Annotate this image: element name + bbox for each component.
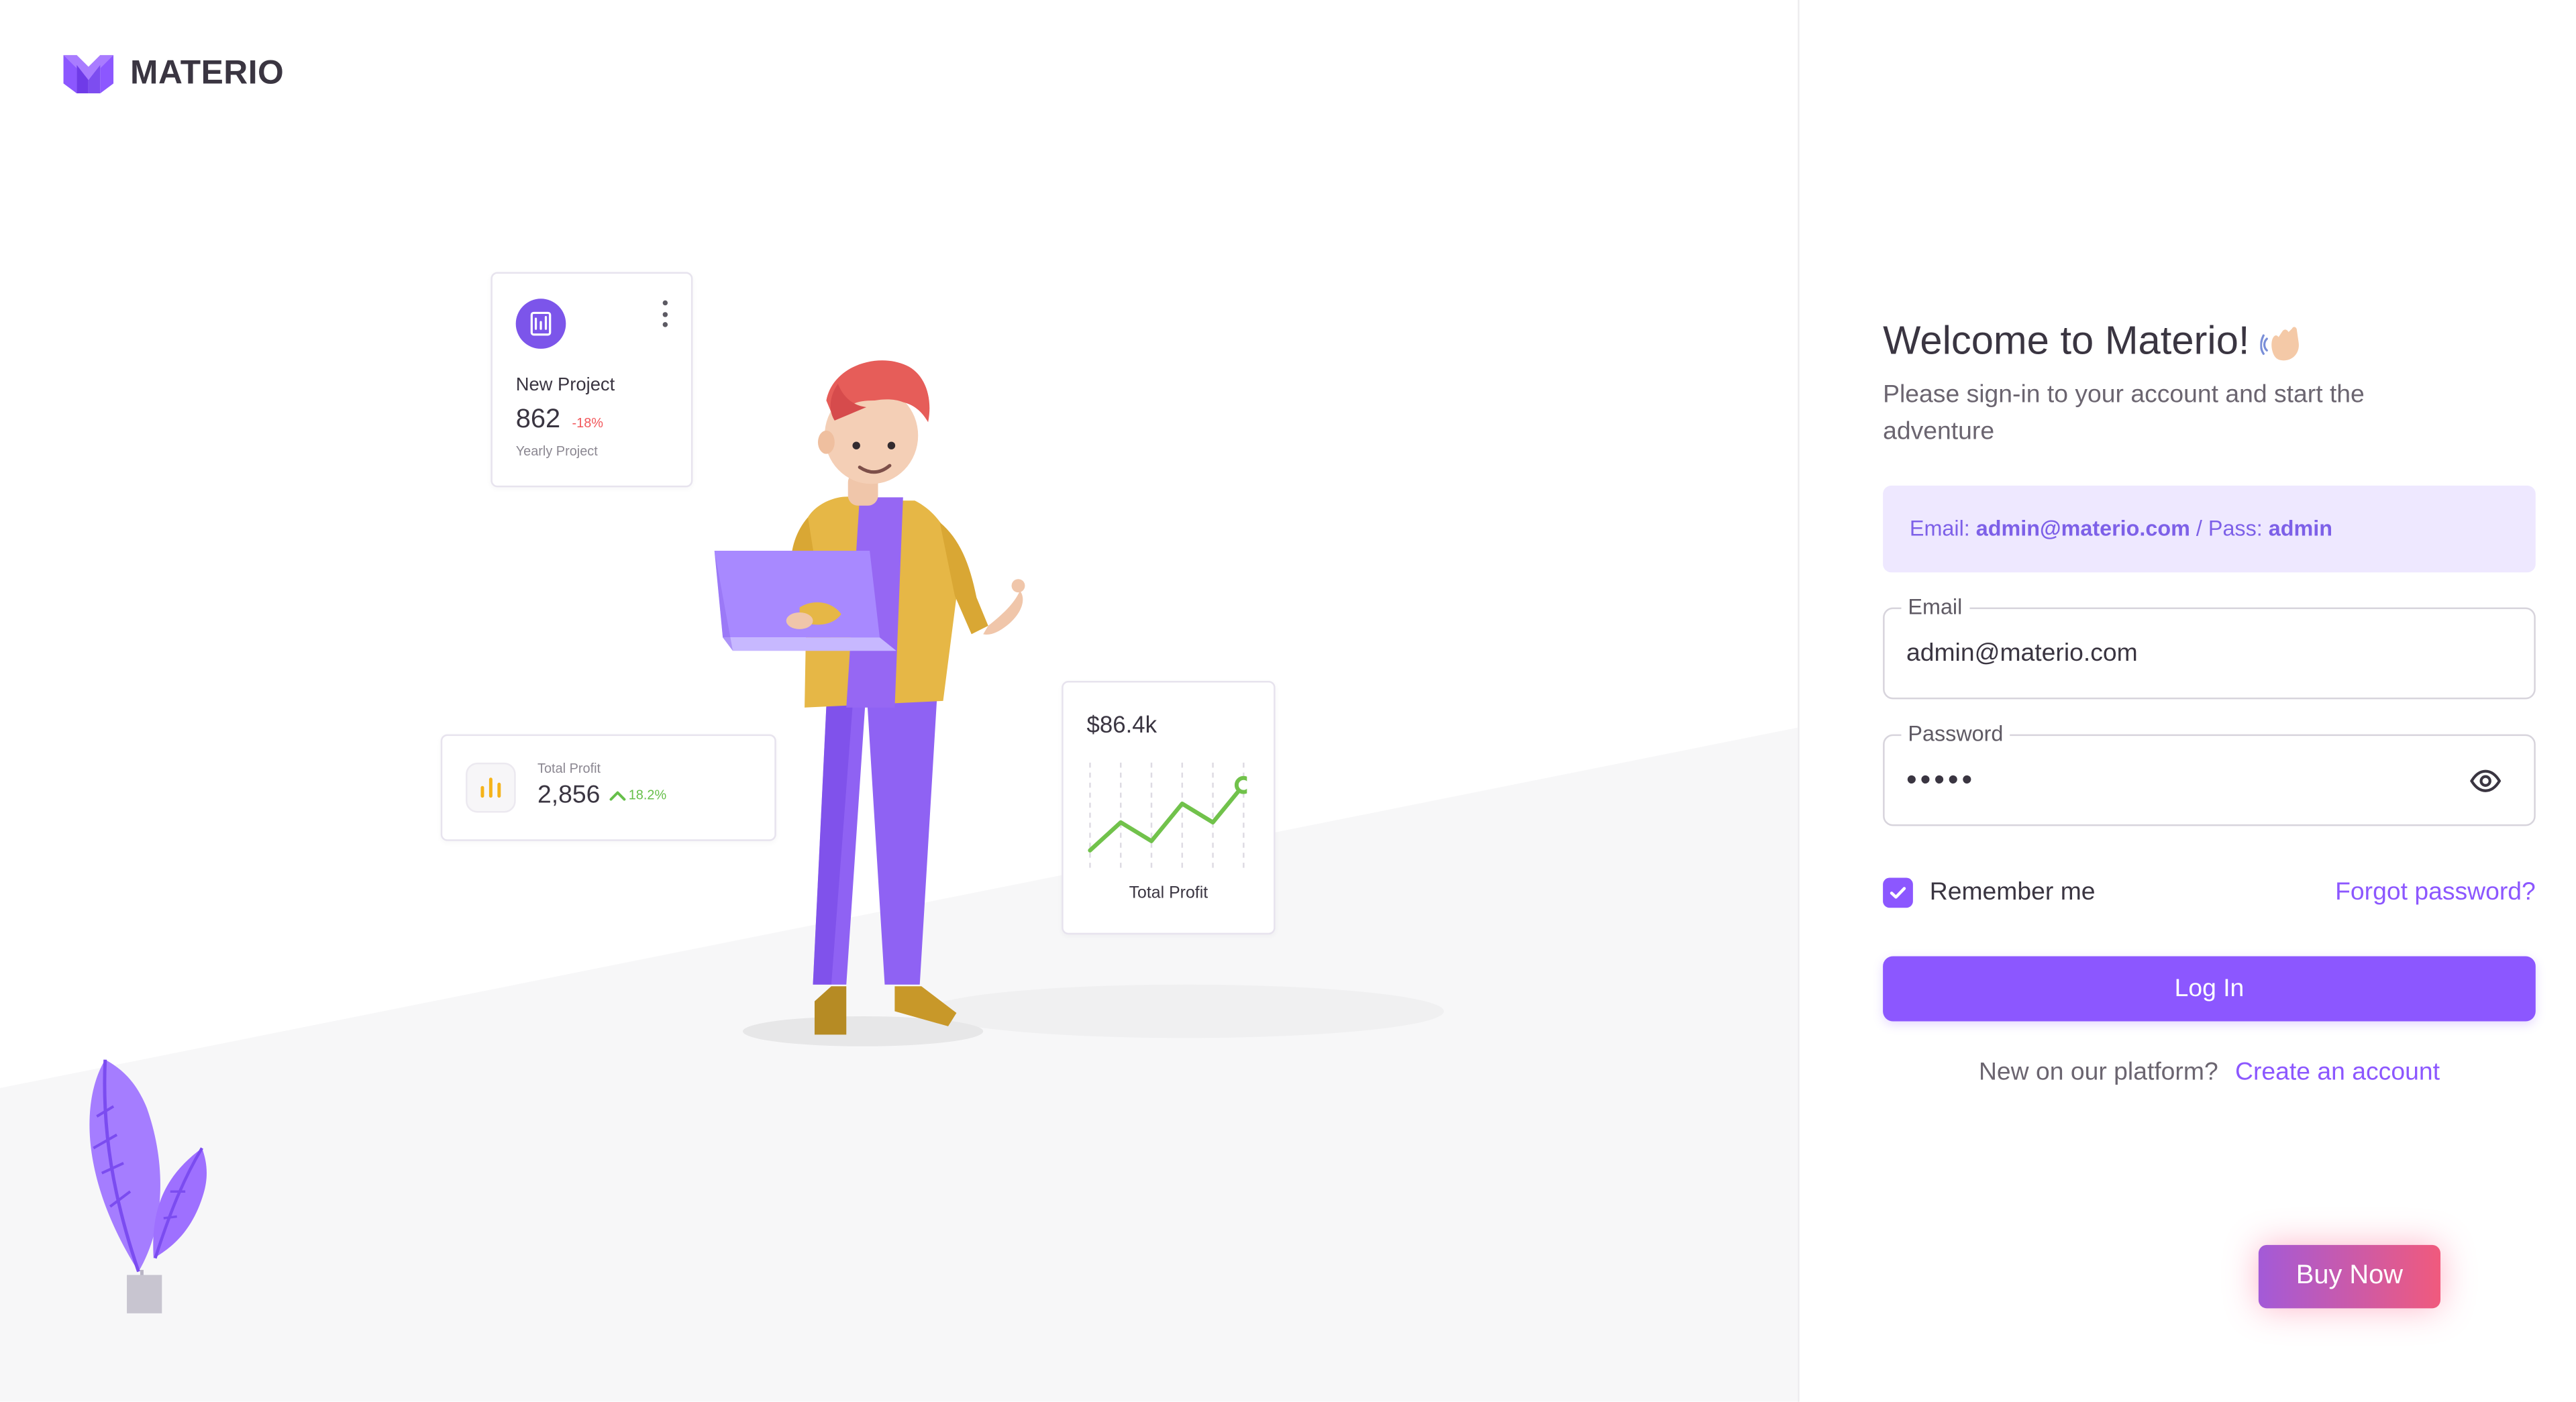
document-icon [516,299,566,349]
materio-m-logo-icon [64,54,114,94]
person-illustration [692,350,1043,1068]
new-project-change: -18% [572,415,603,430]
eye-icon[interactable] [2467,764,2504,798]
bar-chart-icon [466,763,516,813]
remember-checkbox[interactable] [1883,878,1913,908]
login-page: MATERIO New Project 862 -18% Yearly Proj… [0,0,2576,1402]
total-profit-change-value: 18.2% [629,788,666,802]
kebab-menu-icon[interactable] [661,301,668,327]
chevron-up-icon [609,788,625,802]
total-profit-change: 18.2% [609,788,666,802]
chart-series-line [1090,785,1243,851]
demo-email-value: admin@materio.com [1976,516,2190,541]
email-field[interactable]: Email admin@materio.com [1883,608,2536,700]
buy-now-button[interactable]: Buy Now [2259,1245,2440,1309]
forgot-password-link[interactable]: Forgot password? [2335,878,2536,906]
plant-illustration [75,1051,242,1318]
remember-row: Remember me Forgot password? [1883,878,2536,912]
remember-label[interactable]: Remember me [1930,878,2096,906]
create-account-link[interactable]: Create an account [2235,1058,2440,1086]
new-project-value: 862 [516,406,560,436]
waving-hand-icon [2259,319,2306,366]
welcome-title: Welcome to Materio! [1883,319,2306,366]
welcome-subtitle: Please sign-in to your account and start… [1883,377,2451,450]
new-project-title: New Project [516,376,615,396]
brand-logo[interactable]: MATERIO [64,54,285,94]
demo-credentials-alert: Email: admin@materio.com / Pass: admin [1883,486,2536,572]
chart-point [1237,778,1247,792]
demo-password-value: admin [2269,516,2332,541]
total-profit-row: 2,856 18.2% [537,781,666,809]
email-label: Email [1901,594,1969,619]
chart-total-value: $86.4k [1086,711,1157,738]
password-field[interactable]: Password ••••• [1883,735,2536,826]
demo-credentials-text: Email: admin@materio.com / Pass: admin [1910,516,2332,541]
chart-total-label: Total Profit [1064,884,1274,902]
brand-name: MATERIO [130,54,284,93]
login-pane: Welcome to Materio! Please sign-in to yo… [1800,0,2576,1402]
welcome-title-text: Welcome to Materio! [1883,319,2249,366]
password-value[interactable]: ••••• [1906,763,1975,798]
password-label: Password [1901,721,2010,746]
email-value[interactable]: admin@materio.com [1906,639,2138,667]
total-profit-label: Total Profit [537,761,601,775]
signup-row: New on our platform? Create an account [1883,1058,2536,1086]
demo-email-label: Email: [1910,516,1970,541]
total-profit-chart-card: $86.4k Total Profit [1062,681,1275,934]
new-project-value-row: 862 -18% [516,406,603,436]
new-project-subtitle: Yearly Project [516,444,598,459]
demo-separator: / Pass: [2196,516,2263,541]
total-profit-value: 2,856 [537,781,600,809]
illustration-pane: MATERIO New Project 862 -18% Yearly Proj… [0,0,1798,1402]
login-button[interactable]: Log In [1883,956,2536,1021]
new-project-card: New Project 862 -18% Yearly Project [491,272,692,487]
signup-prompt: New on our platform? [1979,1058,2218,1086]
profit-line-chart [1086,761,1247,871]
check-icon [1888,883,1908,903]
